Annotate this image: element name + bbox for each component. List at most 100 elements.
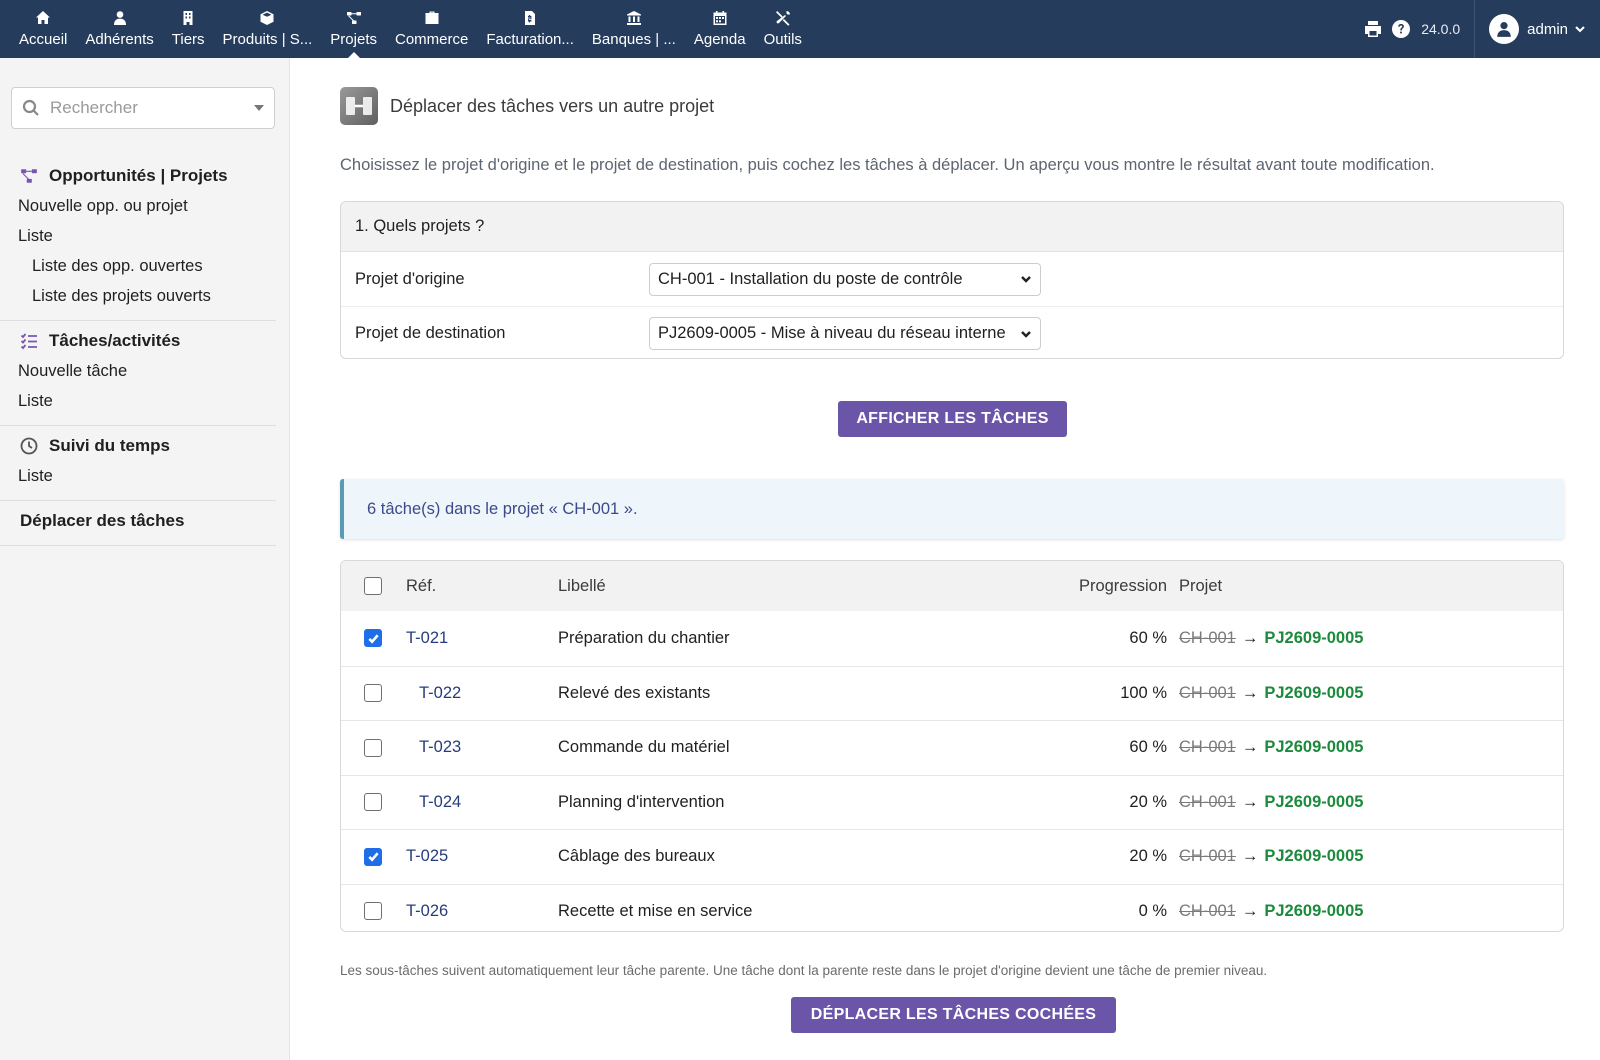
menu-item-label: Accueil [19, 31, 68, 48]
old-project: CH-001 [1179, 792, 1236, 811]
menu-item-agenda[interactable]: Agenda [685, 0, 755, 58]
main-menu: Accueil Adhérents Tiers Produits | S... … [0, 0, 811, 58]
menu-item-projets[interactable]: Projets [321, 0, 386, 58]
top-right-tools: 24.0.0 admin [1355, 0, 1600, 58]
check-icon [367, 634, 379, 644]
menu-item-accueil[interactable]: Accueil [10, 0, 76, 58]
nav-link-open-projects[interactable]: Liste des projets ouverts [0, 282, 276, 312]
arrow-right-icon: → [1241, 683, 1259, 702]
task-ref-link[interactable]: T-025 [406, 847, 448, 866]
arrow-right-icon: → [1241, 628, 1259, 647]
table-header: Réf. Libellé Progression Projet [341, 561, 1563, 611]
destination-row: Projet de destination PJ2609-0005 - Mise… [341, 306, 1563, 358]
search-box[interactable] [11, 87, 275, 129]
version-label: 24.0.0 [1421, 21, 1461, 37]
header-label[interactable]: Libellé [558, 577, 606, 596]
row-checkbox[interactable] [364, 793, 382, 812]
nav-head-label: Suivi du temps [49, 436, 170, 455]
nav-head-label: Déplacer des tâches [20, 511, 185, 530]
info-message: 6 tâche(s) dans le projet « CH-001 ». [340, 479, 1564, 539]
top-menu-bar: Accueil Adhérents Tiers Produits | S... … [0, 0, 1600, 58]
task-label: Commande du matériel [558, 738, 730, 757]
row-checkbox[interactable] [364, 902, 382, 921]
header-project[interactable]: Projet [1179, 577, 1222, 596]
row-checkbox[interactable] [364, 684, 382, 703]
menu-item-label: Produits | S... [222, 31, 313, 48]
menu-item-facturation[interactable]: Facturation... [477, 0, 583, 58]
row-checkbox[interactable] [364, 738, 382, 757]
move-tasks-icon [340, 87, 378, 125]
table-row: T-024 Planning d'intervention 20 % CH-001 → P… [341, 774, 1563, 830]
header-ref[interactable]: Réf. [406, 577, 436, 596]
nav-link-open-opps[interactable]: Liste des opp. ouvertes [0, 252, 276, 282]
briefcase-icon [425, 11, 439, 24]
nav-head-time[interactable]: Suivi du temps [0, 430, 276, 462]
header-progress[interactable]: Progression [1079, 577, 1167, 596]
nav-head-move-tasks[interactable]: Déplacer des tâches [0, 505, 276, 537]
nav-group-projects: Opportunités | Projets Nouvelle opp. ou … [0, 156, 276, 321]
nav-link-project-list[interactable]: Liste [0, 222, 276, 252]
row-checkbox[interactable] [364, 629, 382, 648]
menu-item-outils[interactable]: Outils [755, 0, 811, 58]
task-project-change: CH-001 → PJ2609-0005 [1179, 684, 1363, 703]
task-ref-link[interactable]: T-022 [419, 684, 461, 703]
nav-link-task-list[interactable]: Liste [0, 387, 276, 417]
task-ref-link[interactable]: T-023 [419, 738, 461, 757]
projects-form-card: 1. Quels projets ? Projet d'origine CH-0… [340, 201, 1564, 359]
table-row: T-026 Recette et mise en service 0 % CH-001… [341, 883, 1563, 932]
task-label: Recette et mise en service [558, 901, 753, 920]
row-checkbox[interactable] [364, 847, 382, 866]
box-icon [260, 11, 274, 25]
select-all-cell [341, 577, 405, 595]
user-name: admin [1527, 20, 1568, 38]
invoice-icon [525, 11, 536, 25]
menu-item-banques[interactable]: Banques | ... [583, 0, 685, 58]
caret-down-icon[interactable] [254, 105, 264, 111]
menu-item-adherents[interactable]: Adhérents [76, 0, 162, 58]
menu-item-label: Commerce [394, 31, 469, 48]
task-project-change: CH-001 → PJ2609-0005 [1179, 902, 1363, 921]
print-icon[interactable] [1363, 19, 1383, 39]
help-icon[interactable] [1391, 19, 1411, 39]
old-project: CH-001 [1179, 847, 1236, 866]
menu-item-tiers[interactable]: Tiers [163, 0, 214, 58]
member-icon [113, 11, 126, 25]
nav-head-tasks[interactable]: Tâches/activités [0, 325, 276, 357]
origin-row: Projet d'origine CH-001 - Installation d… [341, 252, 1563, 306]
search-input[interactable] [50, 98, 240, 118]
task-project-change: CH-001 → PJ2609-0005 [1179, 847, 1363, 866]
task-ref-link[interactable]: T-024 [419, 793, 461, 812]
new-project: PJ2609-0005 [1264, 792, 1364, 811]
nav-link-new-task[interactable]: Nouvelle tâche [0, 357, 276, 387]
nav-link-new-project[interactable]: Nouvelle opp. ou projet [0, 192, 276, 222]
nav-head-projects[interactable]: Opportunités | Projets [0, 160, 276, 192]
menu-item-commerce[interactable]: Commerce [386, 0, 477, 58]
home-icon [36, 11, 51, 24]
table-row: T-022 Relevé des existants 100 % CH-001 → PJ2… [341, 665, 1563, 721]
project-icon [21, 169, 37, 183]
nav-link-time-list[interactable]: Liste [0, 462, 276, 492]
table-body: T-021 Préparation du chantier 60 % CH-001 → P… [341, 611, 1563, 932]
calendar-icon [713, 11, 727, 25]
clock-icon [20, 437, 38, 455]
row-check-cell [341, 902, 405, 921]
show-tasks-button[interactable]: AFFICHER LES TÂCHES [838, 401, 1067, 437]
task-list-icon [20, 333, 37, 350]
destination-project-select[interactable]: PJ2609-0005 - Mise à niveau du réseau in… [649, 317, 1041, 350]
intro-text: Choisissez le projet d'origine et le pro… [340, 156, 1435, 174]
task-progress: 100 % [1120, 683, 1167, 702]
tasks-table: Réf. Libellé Progression Projet T-021 Pré… [340, 560, 1564, 932]
origin-project-select[interactable]: CH-001 - Installation du poste de contrô… [649, 262, 1041, 296]
chevron-down-icon [1575, 26, 1585, 33]
select-all-checkbox[interactable] [364, 577, 382, 595]
table-row: T-023 Commande du matériel 60 % CH-001 → PJ26… [341, 720, 1563, 775]
task-project-change: CH-001 → PJ2609-0005 [1179, 738, 1363, 757]
user-menu[interactable]: admin [1474, 0, 1586, 58]
move-checked-tasks-button[interactable]: DÉPLACER LES TÂCHES COCHÉES [791, 997, 1116, 1033]
task-ref-link[interactable]: T-021 [406, 629, 448, 648]
bank-icon [626, 11, 641, 25]
nav-group-time: Suivi du temps Liste [0, 426, 276, 501]
arrow-right-icon: → [1241, 792, 1259, 811]
task-ref-link[interactable]: T-026 [406, 902, 448, 921]
menu-item-produits[interactable]: Produits | S... [214, 0, 322, 58]
